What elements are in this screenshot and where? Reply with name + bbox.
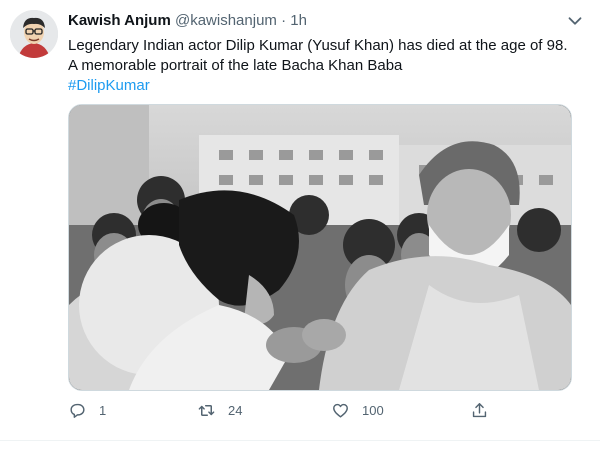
author-name[interactable]: Kawish Anjum [68, 12, 171, 29]
share-button[interactable] [470, 396, 501, 424]
action-bar: 1 24 100 [68, 396, 518, 424]
author-handle[interactable]: @kawishanjum [175, 12, 277, 29]
retweet-button[interactable]: 24 [197, 396, 242, 424]
retweet-icon [198, 404, 215, 416]
tweet-text-line-1: Legendary Indian actor Dilip Kumar (Yusu… [68, 37, 568, 54]
reply-button[interactable]: 1 [68, 396, 106, 424]
chevron-down-icon[interactable] [564, 10, 586, 32]
reply-icon [70, 403, 85, 418]
timestamp[interactable]: 1h [290, 12, 307, 29]
tweet-header: Kawish Anjum @kawishanjum · 1h [68, 12, 580, 32]
reply-count: 1 [99, 402, 107, 418]
divider [0, 440, 600, 441]
heart-icon [333, 403, 348, 418]
separator-dot: · [281, 12, 287, 29]
retweet-count: 24 [228, 402, 243, 418]
like-count: 100 [362, 402, 384, 418]
like-button[interactable]: 100 [331, 396, 384, 424]
black-and-white-photo [69, 105, 571, 390]
share-icon [472, 402, 487, 417]
avatar[interactable] [10, 10, 58, 58]
tweet-text: Legendary Indian actor Dilip Kumar (Yusu… [68, 36, 578, 96]
hashtag-link[interactable]: #DilipKumar [68, 76, 578, 96]
tweet-text-line-2: A memorable portrait of the late Bacha K… [68, 57, 403, 74]
tweet-photo[interactable] [68, 104, 572, 391]
tweet-card[interactable]: Kawish Anjum @kawishanjum · 1h Legendary… [0, 0, 600, 460]
avatar-caricature-image [10, 10, 58, 58]
